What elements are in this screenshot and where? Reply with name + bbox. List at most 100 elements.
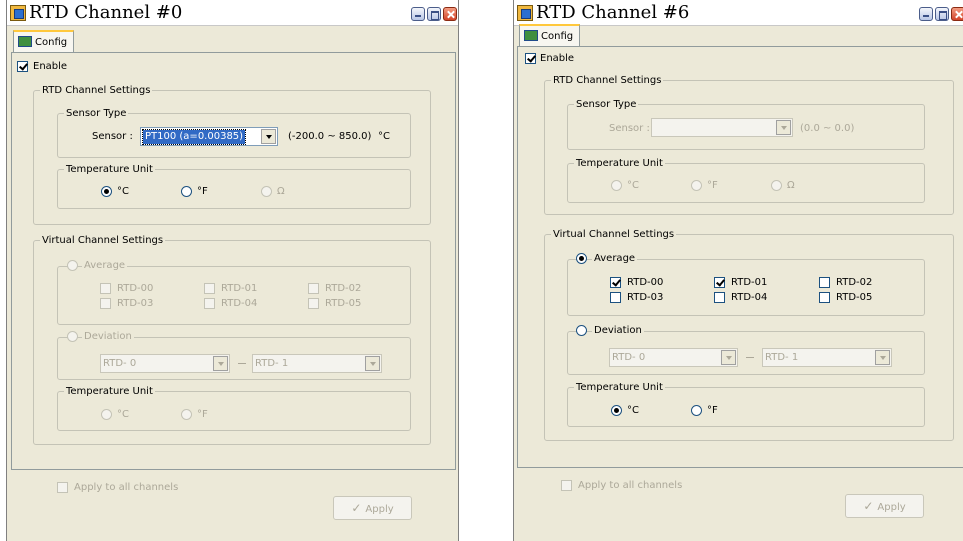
apply-button[interactable]: ✓ Apply — [333, 496, 412, 520]
rtd-01-label: RTD-01 — [221, 283, 258, 294]
average-radio[interactable] — [67, 260, 78, 271]
deviation-to-select[interactable]: RTD- 1 — [252, 354, 382, 373]
virtual-channel-settings-legend: Virtual Channel Settings — [40, 234, 166, 247]
close-button[interactable] — [951, 7, 963, 21]
config-tab-icon — [524, 30, 538, 41]
deviation-radio[interactable] — [576, 325, 587, 336]
deviation-to-dropdown-icon[interactable] — [365, 356, 380, 371]
apply-all-checkbox[interactable] — [57, 482, 68, 493]
minimize-button[interactable] — [919, 7, 933, 21]
unit-ohm-radio[interactable] — [771, 180, 782, 191]
apply-button-label: Apply — [365, 504, 394, 515]
sensor-range-unit: °C — [378, 131, 390, 142]
deviation-to-select[interactable]: RTD- 1 — [762, 348, 892, 367]
rtd-channel-settings-legend: RTD Channel Settings — [40, 84, 153, 97]
virtual-unit-fahrenheit-label: °F — [197, 409, 208, 420]
virtual-unit-fahrenheit-radio[interactable] — [181, 409, 192, 420]
apply-button[interactable]: ✓ Apply — [845, 494, 924, 518]
rtd-temperature-unit-legend: Temperature Unit — [574, 157, 665, 170]
deviation-from-select[interactable]: RTD- 0 — [609, 348, 738, 367]
tab-config-label: Config — [541, 31, 574, 42]
rtd-00-checkbox[interactable] — [100, 283, 111, 294]
unit-celsius-radio[interactable] — [101, 186, 112, 197]
rtd-04-checkbox[interactable] — [714, 292, 725, 303]
rtd-03-label: RTD-03 — [627, 292, 664, 303]
enable-label: Enable — [540, 53, 575, 64]
rtd-00-label: RTD-00 — [117, 283, 154, 294]
unit-fahrenheit-label: °F — [707, 180, 718, 191]
rtd-channel-0-window: RTD Channel #0 Config Enable RTD Channel… — [6, 0, 459, 541]
deviation-from-select[interactable]: RTD- 0 — [100, 354, 230, 373]
app-icon — [10, 5, 26, 21]
window-title: RTD Channel #0 — [29, 2, 183, 23]
deviation-from-value: RTD- 0 — [612, 352, 646, 363]
deviation-label: Deviation — [82, 330, 134, 343]
rtd-channel-6-window: RTD Channel #6 Config Enable RTD Channel… — [513, 0, 963, 541]
rtd-02-label: RTD-02 — [325, 283, 362, 294]
enable-checkbox[interactable] — [17, 61, 28, 72]
title-bar[interactable]: RTD Channel #0 — [7, 0, 458, 26]
rtd-05-label: RTD-05 — [836, 292, 873, 303]
average-label: Average — [82, 259, 128, 272]
deviation-from-dropdown-icon[interactable] — [721, 350, 736, 365]
deviation-to-dropdown-icon[interactable] — [875, 350, 890, 365]
maximize-button[interactable] — [427, 7, 441, 21]
app-icon — [517, 5, 533, 21]
deviation-label: Deviation — [592, 324, 644, 337]
apply-check-icon: ✓ — [863, 499, 874, 513]
tab-config[interactable]: Config — [13, 30, 75, 52]
average-label: Average — [592, 252, 638, 265]
rtd-05-checkbox[interactable] — [819, 292, 830, 303]
deviation-from-value: RTD- 0 — [103, 358, 137, 369]
rtd-01-checkbox[interactable] — [714, 277, 725, 288]
rtd-02-checkbox[interactable] — [819, 277, 830, 288]
config-tab-icon — [18, 36, 32, 47]
unit-ohm-label: Ω — [277, 186, 285, 197]
average-radio[interactable] — [576, 253, 587, 264]
virtual-unit-celsius-label: °C — [117, 409, 129, 420]
rtd-01-label: RTD-01 — [731, 277, 768, 288]
rtd-05-checkbox[interactable] — [308, 298, 319, 309]
sensor-select[interactable] — [651, 118, 793, 137]
minimize-button[interactable] — [411, 7, 425, 21]
unit-celsius-radio[interactable] — [611, 180, 622, 191]
sensor-type-legend: Sensor Type — [64, 107, 129, 120]
window-title: RTD Channel #6 — [536, 2, 690, 23]
sensor-dropdown-arrow-icon[interactable] — [776, 120, 791, 135]
virtual-temperature-unit-legend: Temperature Unit — [64, 385, 155, 398]
title-bar[interactable]: RTD Channel #6 — [514, 0, 963, 26]
rtd-04-label: RTD-04 — [731, 292, 768, 303]
unit-fahrenheit-radio[interactable] — [691, 180, 702, 191]
rtd-temperature-unit-legend: Temperature Unit — [64, 163, 155, 176]
sensor-label: Sensor : — [92, 131, 133, 142]
apply-all-checkbox[interactable] — [561, 480, 572, 491]
tab-config[interactable]: Config — [519, 24, 581, 46]
close-button[interactable] — [443, 7, 457, 21]
rtd-03-checkbox[interactable] — [100, 298, 111, 309]
unit-fahrenheit-radio[interactable] — [181, 186, 192, 197]
virtual-channel-settings-legend: Virtual Channel Settings — [551, 228, 677, 241]
rtd-00-checkbox[interactable] — [610, 277, 621, 288]
virtual-unit-celsius-radio[interactable] — [611, 405, 622, 416]
virtual-unit-celsius-label: °C — [627, 405, 639, 416]
deviation-radio[interactable] — [67, 331, 78, 342]
rtd-03-checkbox[interactable] — [610, 292, 621, 303]
virtual-unit-celsius-radio[interactable] — [101, 409, 112, 420]
rtd-02-checkbox[interactable] — [308, 283, 319, 294]
maximize-button[interactable] — [935, 7, 949, 21]
apply-check-icon: ✓ — [351, 501, 362, 515]
rtd-02-label: RTD-02 — [836, 277, 873, 288]
rtd-01-checkbox[interactable] — [204, 283, 215, 294]
enable-checkbox[interactable] — [525, 53, 536, 64]
rtd-channel-settings-legend: RTD Channel Settings — [551, 74, 664, 87]
enable-label: Enable — [33, 61, 68, 72]
sensor-label: Sensor : — [609, 123, 650, 134]
sensor-dropdown-arrow-icon[interactable] — [261, 129, 276, 144]
unit-ohm-radio[interactable] — [261, 186, 272, 197]
rtd-04-checkbox[interactable] — [204, 298, 215, 309]
deviation-range-dash — [746, 357, 754, 358]
sensor-select[interactable]: PT100 (a=0.00385) — [140, 127, 278, 146]
virtual-unit-fahrenheit-radio[interactable] — [691, 405, 702, 416]
deviation-to-value: RTD- 1 — [765, 352, 799, 363]
deviation-from-dropdown-icon[interactable] — [213, 356, 228, 371]
